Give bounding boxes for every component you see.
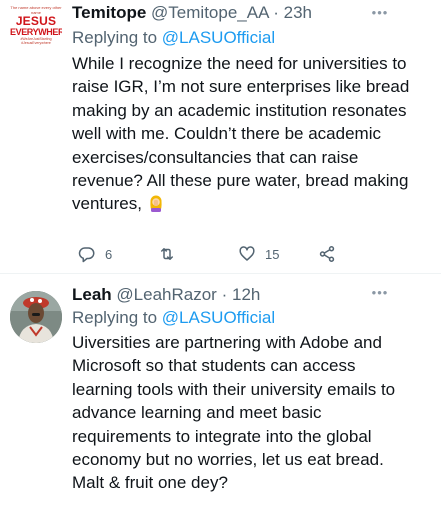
- like-button[interactable]: 15: [238, 245, 279, 263]
- avatar-small-text-bottom: #WeAreJustStarting #JesusEverywhere: [20, 37, 52, 45]
- like-icon: [239, 246, 255, 261]
- tweet-header: Leah @LeahRazor · 12h: [72, 285, 260, 305]
- reply-count: 6: [105, 246, 113, 262]
- replying-to: Replying to @LASUOfficial: [72, 308, 275, 328]
- separator-dot: ·: [273, 3, 279, 22]
- retweet-icon: [161, 248, 173, 260]
- share-icon: [319, 246, 335, 262]
- mention-link[interactable]: @LASUOfficial: [162, 28, 275, 47]
- avatar[interactable]: The name above every other name JESUS EV…: [10, 4, 62, 56]
- display-name[interactable]: Leah: [72, 285, 112, 304]
- tweet-text-container: While I recognize the need for universit…: [72, 52, 412, 216]
- more-icon[interactable]: •••: [371, 6, 389, 25]
- tweet-text: Uiversities are partnering with Adobe an…: [72, 333, 400, 493]
- tweet-text: While I recognize the need for universit…: [72, 54, 415, 214]
- reply-icon: [78, 247, 95, 263]
- user-handle[interactable]: @Temitope_AA: [151, 3, 268, 22]
- replying-to: Replying to @LASUOfficial: [72, 28, 275, 48]
- display-name[interactable]: Temitope: [72, 3, 146, 22]
- share-button[interactable]: [318, 245, 336, 263]
- woman-facepalming-emoji: [147, 194, 165, 213]
- avatar-word-jesus: JESUS: [15, 14, 57, 28]
- avatar-word-everywhere: EVERYWHERE: [10, 27, 62, 37]
- like-count: 15: [265, 246, 280, 262]
- tweet-actions: 6 15: [72, 245, 372, 265]
- replying-to-label: Replying to: [72, 28, 162, 47]
- avatar[interactable]: [10, 291, 62, 343]
- tweet-header: Temitope @Temitope_AA · 23h: [72, 3, 312, 23]
- tweet-2[interactable]: Leah @LeahRazor · 12h ••• Replying to @L…: [0, 274, 441, 506]
- user-handle[interactable]: @LeahRazor: [116, 285, 216, 304]
- more-icon[interactable]: •••: [371, 286, 389, 305]
- avatar-photo: [10, 291, 62, 343]
- replying-to-label: Replying to: [72, 308, 162, 327]
- tweet-timestamp[interactable]: 12h: [232, 285, 260, 304]
- separator-dot: ·: [221, 285, 228, 304]
- tweet-timestamp[interactable]: 23h: [284, 3, 312, 22]
- reply-button[interactable]: 6: [78, 245, 112, 263]
- mention-link[interactable]: @LASUOfficial: [162, 308, 275, 327]
- retweet-button[interactable]: [158, 245, 185, 263]
- tweet-1[interactable]: The name above every other name JESUS EV…: [0, 0, 441, 272]
